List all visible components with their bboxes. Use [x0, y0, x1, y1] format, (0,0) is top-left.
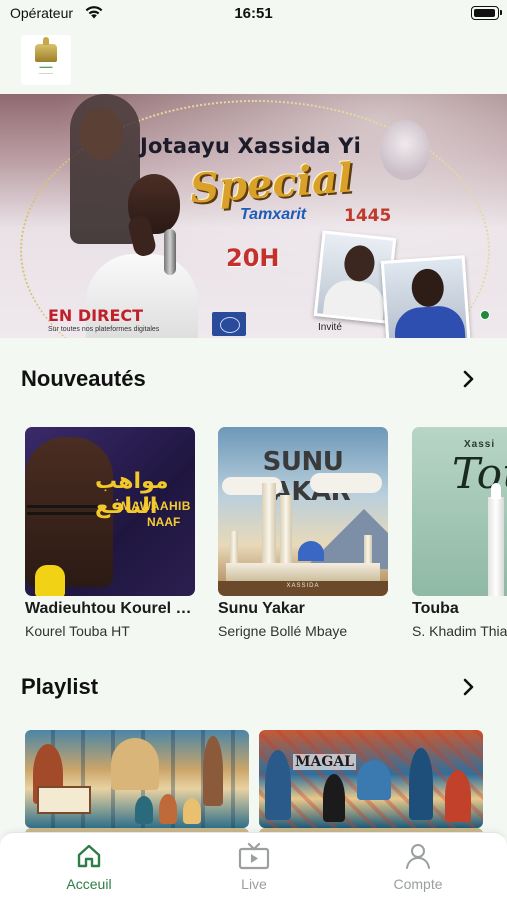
tab-home[interactable]: Acceuil: [29, 841, 149, 892]
microphone-icon: [164, 229, 176, 275]
banner-title: Jotaayu Xassida Yi: [140, 134, 362, 158]
chevron-right-icon[interactable]: [463, 370, 475, 393]
logo-subline: ─────: [38, 71, 54, 76]
tv-play-icon: [194, 841, 314, 871]
release-artist: Kourel Touba HT: [25, 623, 130, 639]
microphone-icon: [35, 565, 65, 596]
banner-time: 20H: [226, 244, 280, 272]
guest-label: Invité: [318, 322, 342, 333]
section-header-playlist: Playlist: [21, 674, 487, 704]
release-artist: S. Khadim Thiam: [412, 623, 507, 639]
tab-label: Compte: [393, 876, 443, 892]
tab-live[interactable]: Live: [194, 841, 314, 892]
playlist-tile[interactable]: MAGAL: [259, 730, 483, 828]
app-screen: Opérateur 16:51 ━━━━ ───── Jotaayu Xassi…: [0, 0, 507, 900]
release-card[interactable]: SUNU YAKAR XASSIDA Sunu Yakar Serigne Bo…: [218, 427, 388, 639]
channel-badge-icon: [212, 312, 246, 336]
tab-label: Acceuil: [66, 876, 112, 892]
banner-year: 1445: [344, 206, 392, 226]
release-artwork[interactable]: SUNU YAKAR XASSIDA: [218, 427, 388, 596]
banner-subtitle: Tamxarit: [240, 206, 307, 223]
release-card[interactable]: مواهب النافع MAWAAHIB NAAF Wadieuhtou Ko…: [25, 427, 195, 639]
chevron-right-icon[interactable]: [463, 678, 475, 701]
status-bar: Opérateur 16:51: [0, 0, 507, 28]
release-title: Touba: [412, 600, 459, 617]
release-artist: Serigne Bollé Mbaye: [218, 623, 348, 639]
battery-icon: [471, 6, 502, 20]
tab-bar: Acceuil Live Compte: [0, 832, 507, 900]
release-title: Wadieuhtou Kourel Touba HT: [25, 600, 195, 617]
tab-account[interactable]: Compte: [358, 841, 478, 892]
carousel-indicator: [480, 310, 490, 320]
tab-label: Live: [241, 876, 267, 892]
release-artwork[interactable]: Xassi Tou: [412, 427, 507, 596]
section-header-new: Nouveautés: [21, 366, 487, 396]
guest-photo-2: [380, 255, 472, 338]
playlist-tile[interactable]: [25, 730, 249, 828]
release-title: Sunu Yakar: [218, 600, 305, 617]
book-icon: [37, 786, 91, 814]
live-label: EN DIRECT: [48, 306, 144, 325]
release-card[interactable]: Xassi Tou Touba S. Khadim Thiam: [412, 427, 507, 639]
section-title-new: Nouveautés: [21, 366, 146, 391]
featured-banner[interactable]: Jotaayu Xassida Yi Special Tamxarit 1445…: [0, 94, 507, 338]
app-logo-icon[interactable]: ━━━━ ─────: [21, 35, 71, 85]
home-icon: [29, 841, 149, 871]
user-icon: [358, 841, 478, 871]
release-artwork[interactable]: مواهب النافع MAWAAHIB NAAF: [25, 427, 195, 596]
logo-emblem: [35, 37, 57, 62]
clock: 16:51: [234, 5, 273, 22]
section-title-playlist: Playlist: [21, 674, 99, 699]
live-sublabel: Sur toutes nos plateformes digitales: [48, 326, 160, 333]
banner-elder-portrait: [380, 120, 430, 180]
